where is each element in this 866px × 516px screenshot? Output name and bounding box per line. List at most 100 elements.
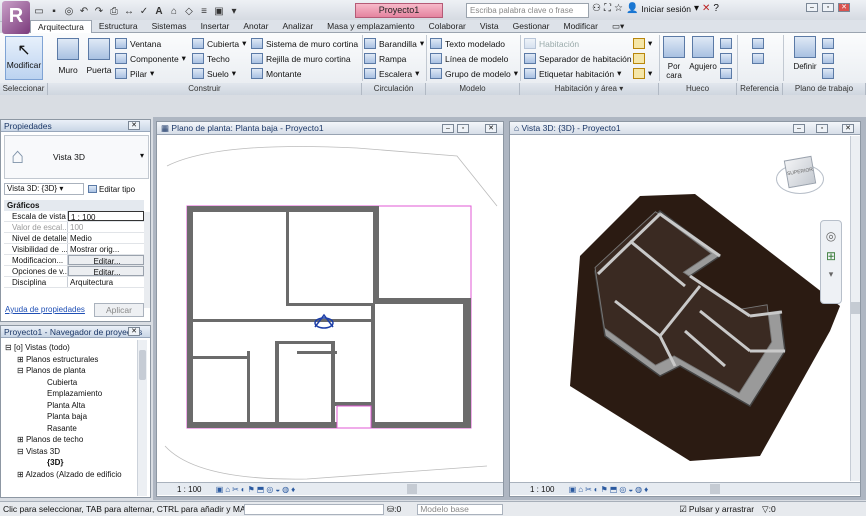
properties-scrollbar[interactable] <box>144 212 150 308</box>
set-button[interactable]: Definir <box>792 36 818 71</box>
shaft-button[interactable]: Agujero <box>687 36 719 71</box>
save-icon[interactable]: ▪ <box>47 3 61 19</box>
apply-button[interactable]: Aplicar <box>94 303 144 317</box>
tree-item-3d-views[interactable]: ⊟ Vistas 3D <box>5 446 135 458</box>
grid-button[interactable] <box>752 51 764 66</box>
open-icon[interactable]: ▭ <box>32 3 46 19</box>
tree-item-cubierta[interactable]: Cubierta <box>5 377 135 389</box>
dormer-button[interactable] <box>720 66 732 81</box>
group-build[interactable]: Construir <box>48 83 362 95</box>
tab-colaborar[interactable]: Colaborar <box>422 20 473 33</box>
tag-room-button[interactable]: Etiquetar habitación ▾ <box>524 66 632 81</box>
tree-item-planta-baja[interactable]: Planta baja <box>5 411 135 423</box>
floor-button[interactable]: Suelo ▾ <box>192 66 246 81</box>
tag-area-button[interactable]: ▾ <box>633 66 652 81</box>
property-edit-button[interactable]: Editar... <box>68 255 144 265</box>
tab-gestionar[interactable]: Gestionar <box>506 20 557 33</box>
chevron-down-icon[interactable]: ▾ <box>694 3 699 14</box>
view-control-icons[interactable]: ▣⌂✂◐⚑⬒◎◒◍♦ <box>204 485 298 494</box>
close-views-icon[interactable]: ▣ <box>212 3 226 19</box>
subscription-icon[interactable]: ⛶ <box>604 3 611 14</box>
level-button[interactable] <box>752 36 764 51</box>
tab-analizar[interactable]: Analizar <box>275 20 320 33</box>
minimize-icon[interactable]: – <box>806 3 818 12</box>
3d-icon[interactable]: ⌂ <box>167 3 181 19</box>
ref-plane-button[interactable] <box>822 51 834 66</box>
workset-field[interactable] <box>244 503 384 515</box>
3d-vscroll-thumb[interactable] <box>851 302 860 314</box>
by-face-button[interactable]: Por cara <box>663 36 685 80</box>
window-button[interactable]: Ventana <box>115 36 186 51</box>
group-select[interactable]: Seleccionar <box>0 83 48 95</box>
user-icon[interactable]: 👤 <box>626 3 638 14</box>
minimize-icon[interactable]: – <box>442 124 454 133</box>
undo-icon[interactable]: ↶ <box>77 3 91 19</box>
stair-button[interactable]: Escalera ▾ <box>364 66 424 81</box>
tree-item-views[interactable]: ⊟ [o] Vistas (todo) <box>5 342 135 354</box>
switch-windows-icon[interactable]: ▾ <box>227 3 241 19</box>
steering-wheel-icon[interactable]: ◎ <box>821 229 841 243</box>
area-boundary-button[interactable] <box>633 51 652 66</box>
browser-scrollbar[interactable] <box>137 340 147 496</box>
area-button[interactable]: ▾ <box>633 36 652 51</box>
component-button[interactable]: Componente ▾ <box>115 51 186 66</box>
favorites-icon[interactable]: ☆ <box>614 3 623 14</box>
redo-icon[interactable]: ↷ <box>92 3 106 19</box>
sync-icon[interactable]: ◎ <box>62 3 76 19</box>
edit-type-button[interactable]: Editar tipo <box>88 185 135 194</box>
tree-item-floor-plans[interactable]: ⊟ Planos de planta <box>5 365 135 377</box>
view-cube[interactable]: SUPERIOR <box>772 154 828 206</box>
tree-item-3d[interactable]: {3D} <box>5 457 135 469</box>
tab-anotar[interactable]: Anotar <box>236 20 275 33</box>
3d-scale[interactable]: 1 : 100 <box>510 485 554 494</box>
model-group-button[interactable]: Grupo de modelo ▾ <box>430 66 518 81</box>
help-icon[interactable]: ? <box>713 3 719 14</box>
property-value[interactable]: 1 : 100 <box>68 211 144 221</box>
close-icon[interactable]: ✕ <box>842 124 854 133</box>
nav-options-icon[interactable]: ▾ <box>821 269 841 280</box>
checkbox-icon[interactable]: ☑ <box>679 502 687 516</box>
show-plane-button[interactable] <box>822 36 834 51</box>
browser-close-icon[interactable]: ✕ <box>128 327 140 336</box>
measure-icon[interactable]: ↔ <box>122 3 136 19</box>
mullion-button[interactable]: Montante <box>251 66 358 81</box>
worksets-icon[interactable]: ⛁ <box>387 502 394 516</box>
roof-button[interactable]: Cubierta ▾ <box>192 36 246 51</box>
dimension-icon[interactable]: ✓ <box>137 3 151 19</box>
tree-item-rasante[interactable]: Rasante <box>5 423 135 435</box>
group-room-area[interactable]: Habitación y área ▾ <box>520 83 659 95</box>
close-icon[interactable]: ✕ <box>838 3 850 12</box>
curtain-system-button[interactable]: Sistema de muro cortina <box>251 36 358 51</box>
close-icon[interactable]: ✕ <box>485 124 497 133</box>
type-selector[interactable]: ⌂ Vista 3D ▾ <box>4 135 149 179</box>
model-line-button[interactable]: Línea de modelo <box>430 51 518 66</box>
group-opening[interactable]: Hueco <box>659 83 737 95</box>
room-button[interactable]: Habitación <box>524 36 632 51</box>
room-separator-button[interactable]: Separador de habitación <box>524 51 632 66</box>
tree-item-ceiling-plans[interactable]: ⊞ Planos de techo <box>5 434 135 446</box>
tab-arquitectura[interactable]: Arquitectura <box>30 19 92 33</box>
tab-sistemas[interactable]: Sistemas <box>145 20 194 33</box>
binoculars-icon[interactable]: ⚇ <box>592 3 601 14</box>
search-input[interactable]: Escriba palabra clave o frase <box>466 3 589 18</box>
property-value[interactable]: Medio <box>68 233 144 243</box>
minimize-icon[interactable]: – <box>793 124 805 133</box>
tab-insertar[interactable]: Insertar <box>194 20 237 33</box>
ceiling-button[interactable]: Techo <box>192 51 246 66</box>
door-button[interactable]: Puerta <box>85 36 113 80</box>
restore-icon[interactable]: ▫ <box>816 124 828 133</box>
group-circulation[interactable]: Circulación <box>362 83 426 95</box>
curtain-grid-button[interactable]: Rejilla de muro cortina <box>251 51 358 66</box>
restore-icon[interactable]: ▫ <box>822 3 834 12</box>
property-edit-button[interactable]: Editar... <box>68 266 144 276</box>
view-selector[interactable]: Vista 3D: {3D} ▾ <box>4 183 84 195</box>
plan-hscroll-thumb[interactable] <box>407 484 417 494</box>
signin-link[interactable]: Iniciar sesión <box>641 4 691 14</box>
vertical-opening-button[interactable] <box>720 51 732 66</box>
text-icon[interactable]: A <box>152 3 166 19</box>
group-datum[interactable]: Referencia <box>737 83 783 95</box>
tree-item-structural[interactable]: ⊞ Planos estructurales <box>5 354 135 366</box>
tab-estructura[interactable]: Estructura <box>92 20 145 33</box>
thin-lines-icon[interactable]: ≡ <box>197 3 211 19</box>
group-model[interactable]: Modelo <box>426 83 520 95</box>
